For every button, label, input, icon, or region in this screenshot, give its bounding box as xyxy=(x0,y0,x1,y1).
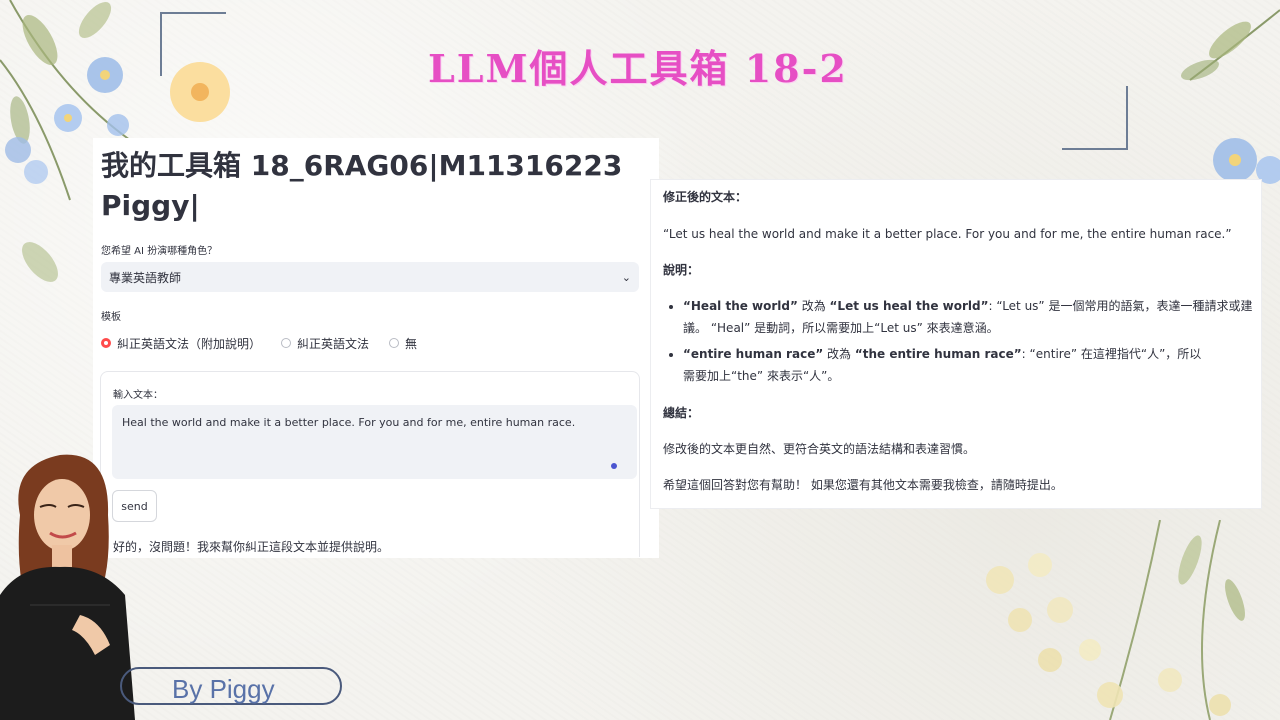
template-option-grammar-explain[interactable]: 糾正英語文法（附加說明） xyxy=(101,335,261,352)
template-option-grammar[interactable]: 糾正英語文法 xyxy=(281,335,369,352)
byline-text: By Piggy xyxy=(172,674,275,704)
bullet-mid: 改為 xyxy=(823,347,855,361)
chevron-down-icon: ⌄ xyxy=(621,270,631,284)
bullet-to: “the entire human race” xyxy=(854,347,1022,361)
radio-checked-icon xyxy=(101,338,111,348)
bullet-from: “Heal the world” xyxy=(683,299,798,313)
corrected-heading: 修正後的文本： xyxy=(663,190,748,204)
explain-heading: 說明： xyxy=(663,263,700,277)
radio-unchecked-icon xyxy=(281,338,292,348)
role-select-value: 專業英語教師 xyxy=(109,270,182,285)
template-label: 模板 xyxy=(101,312,121,323)
input-textarea-value: Heal the world and make it a better plac… xyxy=(122,416,576,429)
radio-unchecked-icon xyxy=(389,338,400,348)
corrected-text: “Let us heal the world and make it a bet… xyxy=(663,227,1232,241)
corner-bracket-top-left xyxy=(160,12,226,76)
input-label: 輸入文本： xyxy=(113,390,163,401)
template-option-none[interactable]: 無 xyxy=(389,335,417,352)
summary-heading: 總結： xyxy=(663,406,700,420)
app-panel: 我的工具箱 18_6RAG06|M11316223 Piggy| 您希望 AI … xyxy=(93,138,659,558)
resize-handle-icon[interactable] xyxy=(611,463,617,469)
template-radio-group: 糾正英語文法（附加說明） 糾正英語文法 無 xyxy=(101,334,417,352)
role-label: 您希望 AI 扮演哪種角色？ xyxy=(101,246,218,257)
role-select[interactable]: 專業英語教師 ⌄ xyxy=(101,262,639,292)
slide-title: LLM個人工具箱 18-2 xyxy=(428,46,848,91)
result-panel: 修正後的文本： “Let us heal the world and make … xyxy=(650,179,1262,509)
assistant-reply: 好的，沒問題！我來幫你糾正這段文本並提供說明。 xyxy=(113,540,390,554)
template-option-label: 無 xyxy=(405,336,418,351)
template-option-label: 糾正英語文法 xyxy=(297,336,370,351)
bullet-from: “entire human race” xyxy=(683,347,824,361)
bullet-mid: 改為 xyxy=(797,299,830,313)
input-form: 輸入文本： Heal the world and make it a bette… xyxy=(100,371,640,557)
template-option-label: 糾正英語文法（附加說明） xyxy=(117,336,262,351)
app-title: 我的工具箱 18_6RAG06|M11316223 Piggy| xyxy=(101,149,623,222)
input-textarea[interactable]: Heal the world and make it a better plac… xyxy=(112,405,637,479)
explain-list: “Heal the world” 改為 “Let us heal the wor… xyxy=(663,295,1253,387)
closing-text: 希望這個回答對您有幫助！ 如果您還有其他文本需要我檢查，請隨時提出。 xyxy=(663,478,1063,492)
list-item: “entire human race” 改為 “the entire human… xyxy=(683,343,1253,387)
list-item: “Heal the world” 改為 “Let us heal the wor… xyxy=(683,295,1253,339)
summary-text: 修改後的文本更自然、更符合英文的語法結構和表達習慣。 xyxy=(663,442,976,456)
corner-bracket-bottom-right xyxy=(1062,86,1128,150)
floral-decoration-bottom-right xyxy=(986,520,1245,720)
bullet-to: “Let us heal the world” xyxy=(829,299,989,313)
floral-decoration-top-right xyxy=(1181,9,1280,184)
presenter-photo xyxy=(0,454,135,720)
